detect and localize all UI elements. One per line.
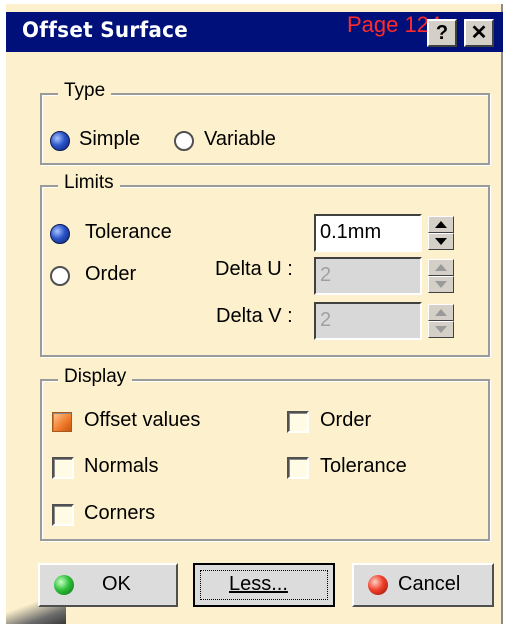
arrow-up-icon — [435, 264, 447, 271]
offset-values-label[interactable]: Offset values — [84, 409, 200, 432]
less-button[interactable]: Less... — [193, 563, 335, 607]
corners-checkbox[interactable] — [52, 504, 74, 526]
simple-radio[interactable] — [50, 131, 70, 151]
delta-v-spinner[interactable] — [428, 304, 454, 338]
arrow-down-icon — [435, 281, 447, 288]
ok-label: OK — [102, 573, 131, 595]
ok-button[interactable]: OK — [38, 563, 178, 607]
corners-label[interactable]: Corners — [84, 502, 155, 525]
delta-u-spinner[interactable] — [428, 259, 454, 293]
delta-u-input[interactable]: 2 — [314, 257, 422, 295]
ok-green-icon — [54, 575, 74, 595]
window-title: Offset Surface — [22, 18, 189, 42]
title-bar[interactable]: Offset Surface Page 124 ? ✕ — [6, 12, 503, 52]
help-button[interactable]: ? — [427, 19, 457, 47]
arrow-down-icon — [435, 238, 447, 245]
delta-u-label: Delta U : — [215, 258, 293, 280]
spin-down-button[interactable] — [428, 276, 454, 293]
tolerance-display-label[interactable]: Tolerance — [320, 455, 407, 478]
order-radio[interactable] — [50, 266, 70, 286]
order-display-label[interactable]: Order — [320, 409, 371, 432]
arrow-up-icon — [435, 309, 447, 316]
arrow-down-icon — [435, 326, 447, 333]
cancel-button[interactable]: Cancel — [352, 563, 494, 607]
spin-up-button[interactable] — [428, 259, 454, 276]
cancel-label: Cancel — [398, 573, 461, 595]
tolerance-label[interactable]: Tolerance — [85, 221, 172, 244]
normals-label[interactable]: Normals — [84, 455, 158, 478]
offset-values-checkbox[interactable] — [52, 412, 72, 432]
order-label[interactable]: Order — [85, 263, 136, 286]
type-group-legend: Type — [58, 80, 112, 102]
spin-up-button[interactable] — [428, 304, 454, 321]
simple-label[interactable]: Simple — [79, 128, 140, 151]
delta-v-label: Delta V : — [216, 305, 293, 327]
less-label: Less... — [229, 573, 288, 595]
spin-down-button[interactable] — [428, 233, 454, 250]
arrow-up-icon — [435, 221, 447, 228]
close-button[interactable]: ✕ — [464, 19, 494, 47]
spin-down-button[interactable] — [428, 321, 454, 338]
normals-checkbox[interactable] — [52, 457, 74, 479]
tolerance-radio[interactable] — [50, 224, 70, 244]
cancel-red-icon — [368, 575, 388, 595]
tolerance-spinner[interactable] — [428, 216, 454, 250]
delta-v-input[interactable]: 2 — [314, 302, 422, 340]
order-checkbox[interactable] — [287, 411, 309, 433]
tolerance-input[interactable]: 0.1mm — [314, 214, 422, 252]
limits-group-legend: Limits — [58, 172, 120, 194]
tolerance-checkbox[interactable] — [287, 457, 309, 479]
variable-label[interactable]: Variable — [204, 128, 276, 151]
display-group-legend: Display — [58, 366, 133, 388]
variable-radio[interactable] — [174, 131, 194, 151]
spin-up-button[interactable] — [428, 216, 454, 233]
